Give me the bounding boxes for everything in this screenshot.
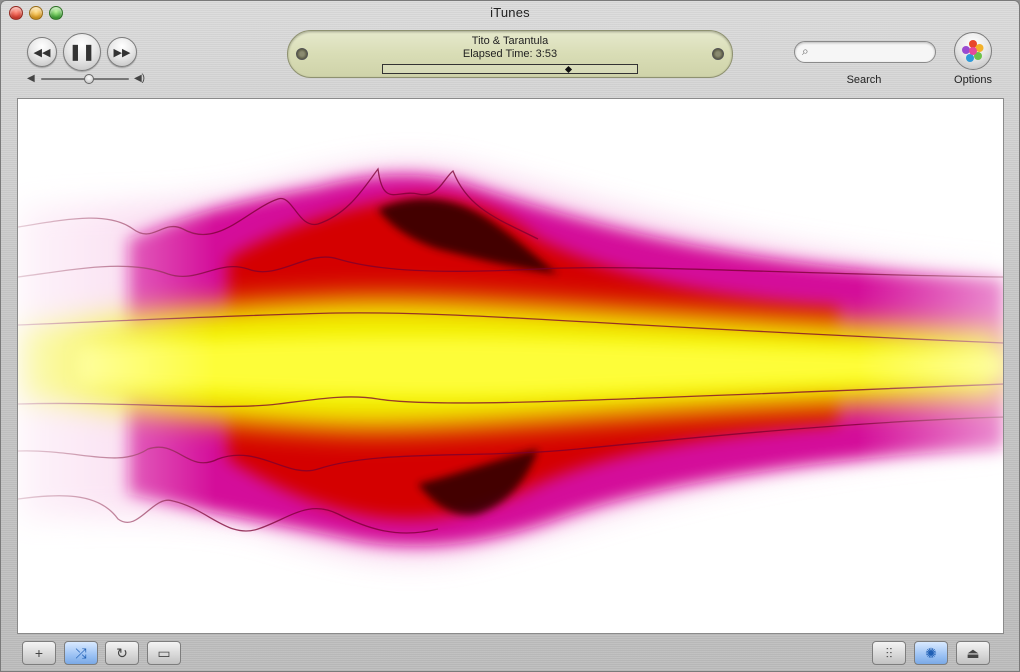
visualizer-button[interactable]: ✺: [914, 641, 948, 665]
itunes-window: iTunes ◀◀ ❚❚ ▶▶ ◀ ◀) Tito & Tarantula El…: [0, 0, 1020, 672]
eject-icon: ⏏: [966, 644, 980, 661]
options-button[interactable]: [954, 32, 992, 70]
search-label: Search: [846, 74, 882, 86]
plus-icon: +: [34, 645, 44, 661]
eject-button[interactable]: ⏏: [956, 641, 990, 665]
equalizer-icon: ⫶⫶: [885, 644, 893, 661]
visualizer-gear-icon: ✺: [925, 644, 937, 661]
pause-icon: ❚❚: [68, 44, 96, 61]
visualizer-canvas: [18, 99, 1003, 633]
volume-slider[interactable]: ◀ ◀): [27, 73, 145, 85]
song-progress-bar[interactable]: [382, 64, 638, 74]
elapsed-time: Elapsed Time: 3:53: [462, 48, 558, 60]
shuffle-icon: ⤮: [75, 644, 87, 661]
next-track-button[interactable]: ▶▶: [107, 37, 137, 67]
equalizer-button[interactable]: ⫶⫶: [872, 641, 906, 665]
volume-high-icon: ◀): [133, 73, 145, 84]
shuffle-button[interactable]: ⤮: [64, 641, 98, 665]
viz-edge-fade: [18, 99, 1003, 633]
window-title: iTunes: [490, 5, 530, 20]
play-pause-button[interactable]: ❚❚: [63, 33, 101, 71]
show-artwork-button[interactable]: ▭: [147, 641, 181, 665]
repeat-button[interactable]: ↻: [105, 641, 139, 665]
visualizer-options-icon: [962, 40, 984, 62]
track-title: Tito & Tarantula: [471, 35, 549, 47]
volume-knob[interactable]: [84, 74, 95, 84]
visualizer-area[interactable]: [17, 98, 1004, 634]
volume-low-icon: ◀: [27, 73, 35, 84]
fast-forward-icon: ▶▶: [113, 46, 131, 59]
now-playing-display: Tito & Tarantula Elapsed Time: 3:53: [287, 30, 733, 78]
previous-track-button[interactable]: ◀◀: [27, 37, 57, 67]
repeat-icon: ↻: [116, 644, 128, 661]
search-icon: ⌕: [802, 44, 809, 58]
rewind-icon: ◀◀: [33, 46, 51, 59]
snapback-button[interactable]: [712, 48, 724, 60]
progress-playhead[interactable]: [564, 65, 572, 74]
transport-controls: ◀◀ ❚❚ ▶▶: [27, 33, 137, 71]
artwork-icon: ▭: [157, 644, 171, 661]
add-playlist-button[interactable]: +: [22, 641, 56, 665]
options-label: Options: [954, 74, 992, 86]
search-field[interactable]: ⌕: [794, 41, 936, 63]
bottom-toolbar: + ⤮ ↻ ▭ ⫶⫶ ✺ ⏏: [1, 639, 1019, 669]
